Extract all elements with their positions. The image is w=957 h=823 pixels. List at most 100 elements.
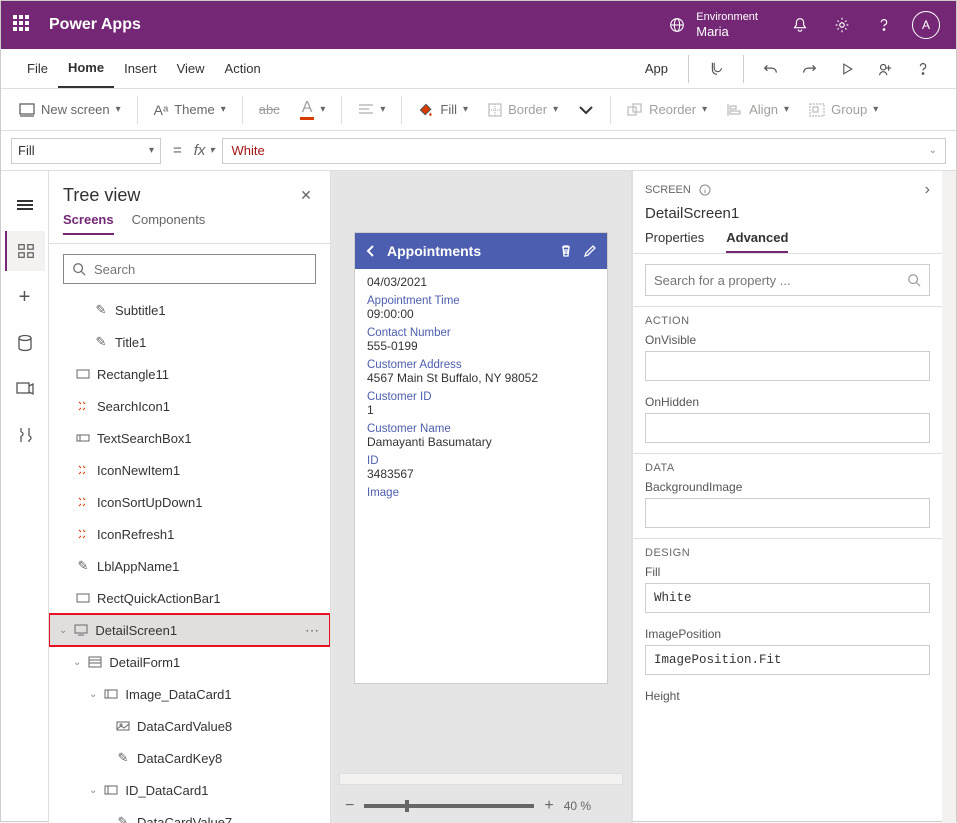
tree-node-image-datacard1[interactable]: ⌄ Image_DataCard1: [49, 678, 330, 710]
group-button[interactable]: Group▾: [801, 98, 886, 121]
tab-advanced[interactable]: Advanced: [726, 230, 788, 253]
tree-node-datacardvalue7[interactable]: ✎DataCardValue7: [49, 806, 330, 823]
right-scrollbar[interactable]: [942, 171, 956, 823]
share-button[interactable]: [868, 52, 902, 86]
fx-button[interactable]: fx▾: [194, 142, 215, 159]
chevron-down-icon[interactable]: ⌄: [89, 689, 97, 700]
waffle-icon[interactable]: [13, 15, 33, 35]
property-search-input[interactable]: [654, 273, 907, 288]
field-label: Customer Name: [367, 423, 595, 435]
fill-label: Fill: [645, 565, 930, 579]
onvisible-input[interactable]: [645, 351, 930, 381]
account-avatar[interactable]: A: [908, 7, 944, 43]
canvas-area: Appointments 04/03/2021 Appointment Time…: [331, 171, 632, 823]
avatar-initial: A: [912, 11, 940, 39]
field-value: 1: [367, 403, 595, 417]
theme-button[interactable]: Aᵃ Theme ▾: [146, 98, 234, 122]
tree-node-textsearchbox1[interactable]: TextSearchBox1: [49, 422, 330, 454]
tree-node-datacardvalue8[interactable]: DataCardValue8: [49, 710, 330, 742]
border-button[interactable]: Border ▾: [480, 98, 566, 121]
tree-node-searchicon1[interactable]: SearchIcon1: [49, 390, 330, 422]
tree-search-input[interactable]: [94, 262, 307, 277]
formula-input[interactable]: White ⌄: [222, 138, 946, 164]
align-button-icon[interactable]: ▾: [350, 99, 393, 121]
chevron-down-icon[interactable]: ⌄: [89, 785, 97, 796]
fill-input[interactable]: White: [645, 583, 930, 613]
tree-node-detailscreen1[interactable]: ⌄ DetailScreen1 ⋯: [49, 614, 330, 646]
tree-node-subtitle1[interactable]: ✎Subtitle1: [49, 294, 330, 326]
tree-node-rectangle11[interactable]: Rectangle11: [49, 358, 330, 390]
fill-button[interactable]: Fill ▾: [410, 98, 476, 122]
redo-button[interactable]: [792, 52, 826, 86]
section-design: DESIGN: [633, 538, 942, 561]
tools-button[interactable]: [5, 415, 45, 455]
backgroundimage-input[interactable]: [645, 498, 930, 528]
font-color-button[interactable]: A▾: [292, 95, 334, 124]
tree-node-iconnewitem1[interactable]: IconNewItem1: [49, 454, 330, 486]
menu-file[interactable]: File: [17, 49, 58, 88]
new-screen-button[interactable]: New screen ▾: [11, 98, 129, 121]
environment-picker[interactable]: Environment Maria: [668, 11, 758, 40]
tree-node-datacardkey8[interactable]: ✎DataCardKey8: [49, 742, 330, 774]
tab-screens[interactable]: Screens: [63, 212, 114, 235]
checker-icon[interactable]: [699, 52, 733, 86]
tree-search[interactable]: [63, 254, 316, 284]
tree-view-button[interactable]: [5, 231, 45, 271]
image-icon: [115, 721, 131, 731]
tab-components[interactable]: Components: [132, 212, 206, 235]
data-button[interactable]: [5, 323, 45, 363]
chevron-down-icon: ▾: [116, 104, 121, 115]
strikethrough-button[interactable]: abc: [251, 98, 288, 121]
menu-insert[interactable]: Insert: [114, 49, 167, 88]
formula-bar: Fill ▾ = fx▾ White ⌄: [1, 131, 956, 171]
property-selector[interactable]: Fill ▾: [11, 138, 161, 164]
horizontal-scrollbar[interactable]: [339, 773, 623, 785]
theme-label: Theme: [174, 102, 214, 117]
help-button[interactable]: [866, 7, 902, 43]
more-options-button[interactable]: ⋯: [305, 622, 320, 639]
imageposition-input[interactable]: ImagePosition.Fit: [645, 645, 930, 675]
collapse-panel-button[interactable]: ›: [925, 181, 930, 199]
align-group-button[interactable]: Align▾: [719, 98, 797, 121]
property-search[interactable]: [645, 264, 930, 296]
tree-node-rectquickactionbar1[interactable]: RectQuickActionBar1: [49, 582, 330, 614]
tab-properties[interactable]: Properties: [645, 230, 704, 253]
tree-node-iconsortupdown1[interactable]: IconSortUpDown1: [49, 486, 330, 518]
zoom-out-button[interactable]: −: [345, 797, 354, 815]
play-button[interactable]: [830, 52, 864, 86]
notifications-button[interactable]: [782, 7, 818, 43]
hamburger-button[interactable]: [5, 185, 45, 225]
tree-node-lblappname1[interactable]: ✎LblAppName1: [49, 550, 330, 582]
onhidden-input[interactable]: [645, 413, 930, 443]
border-label: Border: [508, 102, 547, 117]
media-button[interactable]: [5, 369, 45, 409]
info-icon[interactable]: [699, 184, 711, 196]
formula-value: White: [231, 143, 264, 158]
reorder-button[interactable]: Reorder▾: [619, 98, 715, 121]
tree-node-title1[interactable]: ✎Title1: [49, 326, 330, 358]
settings-button[interactable]: [824, 7, 860, 43]
expand-ribbon-button[interactable]: [570, 101, 602, 119]
undo-button[interactable]: [754, 52, 788, 86]
chevron-down-icon[interactable]: ⌄: [73, 657, 81, 668]
tree-node-iconrefresh1[interactable]: IconRefresh1: [49, 518, 330, 550]
tree-view-panel: Tree view ✕ Screens Components ✎Subtitle…: [49, 171, 331, 823]
menu-home[interactable]: Home: [58, 49, 114, 88]
help-icon[interactable]: [906, 52, 940, 86]
chevron-down-icon: ▾: [463, 104, 468, 115]
delete-icon[interactable]: [559, 244, 573, 258]
close-panel-button[interactable]: ✕: [296, 187, 316, 204]
zoom-slider[interactable]: [364, 804, 534, 808]
section-action: ACTION: [633, 306, 942, 329]
tree-node-detailform1[interactable]: ⌄ DetailForm1: [49, 646, 330, 678]
menu-view[interactable]: View: [167, 49, 215, 88]
app-label[interactable]: App: [635, 61, 678, 76]
edit-icon[interactable]: [583, 244, 597, 258]
chevron-down-icon[interactable]: ⌄: [59, 625, 67, 636]
tree-node-id-datacard1[interactable]: ⌄ ID_DataCard1: [49, 774, 330, 806]
back-icon[interactable]: [365, 244, 377, 258]
phone-preview[interactable]: Appointments 04/03/2021 Appointment Time…: [355, 233, 607, 683]
insert-button[interactable]: +: [5, 277, 45, 317]
menu-action[interactable]: Action: [215, 49, 271, 88]
zoom-in-button[interactable]: +: [544, 797, 553, 815]
